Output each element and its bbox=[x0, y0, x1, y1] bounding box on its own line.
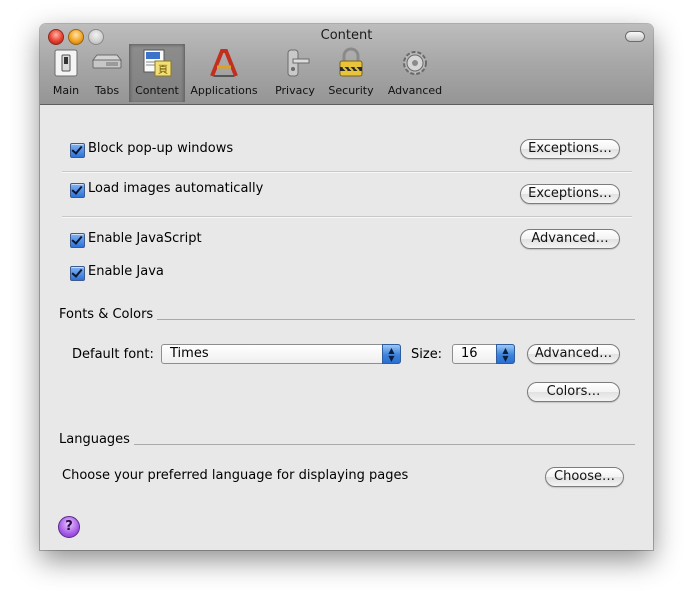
window-title: Content bbox=[320, 28, 373, 43]
default-font-popup[interactable]: Times ▲ ▼ bbox=[161, 344, 401, 364]
tabs-icon bbox=[91, 54, 123, 69]
block-popups-checkbox[interactable] bbox=[70, 143, 85, 158]
section-divider bbox=[134, 444, 635, 445]
content-icon: 頁 bbox=[143, 49, 172, 77]
svg-text:頁: 頁 bbox=[158, 64, 168, 76]
toolbar-toggle-button[interactable] bbox=[625, 31, 645, 42]
tab-applications-label: Applications bbox=[190, 84, 258, 97]
tab-advanced[interactable]: Advanced bbox=[386, 44, 444, 102]
enable-javascript-checkbox[interactable] bbox=[70, 233, 85, 248]
font-size-popup[interactable]: 16 ▲ ▼ bbox=[452, 344, 515, 364]
switch-icon bbox=[54, 49, 78, 77]
updown-arrows-icon: ▲ ▼ bbox=[496, 344, 515, 364]
separator bbox=[62, 216, 632, 218]
privacy-icon bbox=[287, 49, 310, 77]
applications-icon bbox=[210, 49, 238, 77]
font-size-value: 16 bbox=[461, 346, 478, 361]
default-font-value: Times bbox=[170, 346, 209, 361]
load-images-label: Load images automatically bbox=[88, 181, 264, 196]
block-popups-label: Block pop-up windows bbox=[88, 141, 234, 156]
updown-arrows-icon: ▲ ▼ bbox=[382, 344, 401, 364]
lock-icon bbox=[339, 47, 363, 77]
gear-icon bbox=[403, 51, 427, 75]
fonts-colors-heading: Fonts & Colors bbox=[59, 307, 154, 322]
tab-tabs[interactable]: Tabs bbox=[86, 44, 128, 102]
tab-applications[interactable]: Applications bbox=[189, 44, 259, 102]
enable-java-label: Enable Java bbox=[88, 264, 164, 279]
enable-javascript-label: Enable JavaScript bbox=[88, 231, 202, 246]
separator bbox=[62, 171, 632, 173]
tab-content-label: Content bbox=[135, 84, 179, 97]
language-description: Choose your preferred language for displ… bbox=[62, 468, 409, 483]
preferences-window: Content Main Tabs 頁 Content Applications… bbox=[40, 24, 653, 550]
images-exceptions-button[interactable]: Exceptions… bbox=[520, 184, 620, 204]
fonts-advanced-button[interactable]: Advanced… bbox=[527, 344, 620, 364]
section-divider bbox=[157, 319, 635, 320]
tab-advanced-label: Advanced bbox=[387, 84, 443, 97]
tab-main-label: Main bbox=[52, 84, 80, 97]
javascript-advanced-button[interactable]: Advanced… bbox=[520, 229, 620, 249]
tab-security-label: Security bbox=[328, 84, 374, 97]
help-icon[interactable]: ? bbox=[58, 516, 80, 538]
title-bar: Content Main Tabs 頁 Content Applications… bbox=[40, 24, 653, 105]
popup-exceptions-button[interactable]: Exceptions… bbox=[520, 139, 620, 159]
languages-heading: Languages bbox=[59, 432, 130, 447]
tab-tabs-label: Tabs bbox=[94, 84, 120, 97]
default-font-label: Default font: bbox=[72, 347, 154, 362]
tab-security[interactable]: Security bbox=[326, 44, 376, 102]
tab-privacy[interactable]: Privacy bbox=[272, 44, 318, 102]
content-pane: Block pop-up windows Exceptions… Load im… bbox=[40, 105, 653, 550]
size-label: Size: bbox=[411, 347, 443, 362]
load-images-checkbox[interactable] bbox=[70, 183, 85, 198]
tab-privacy-label: Privacy bbox=[275, 84, 315, 97]
choose-language-button[interactable]: Choose… bbox=[545, 467, 624, 487]
colors-button[interactable]: Colors… bbox=[527, 382, 620, 402]
enable-java-checkbox[interactable] bbox=[70, 266, 85, 281]
tab-main[interactable]: Main bbox=[48, 44, 84, 102]
tab-content[interactable]: 頁 Content bbox=[129, 44, 185, 102]
